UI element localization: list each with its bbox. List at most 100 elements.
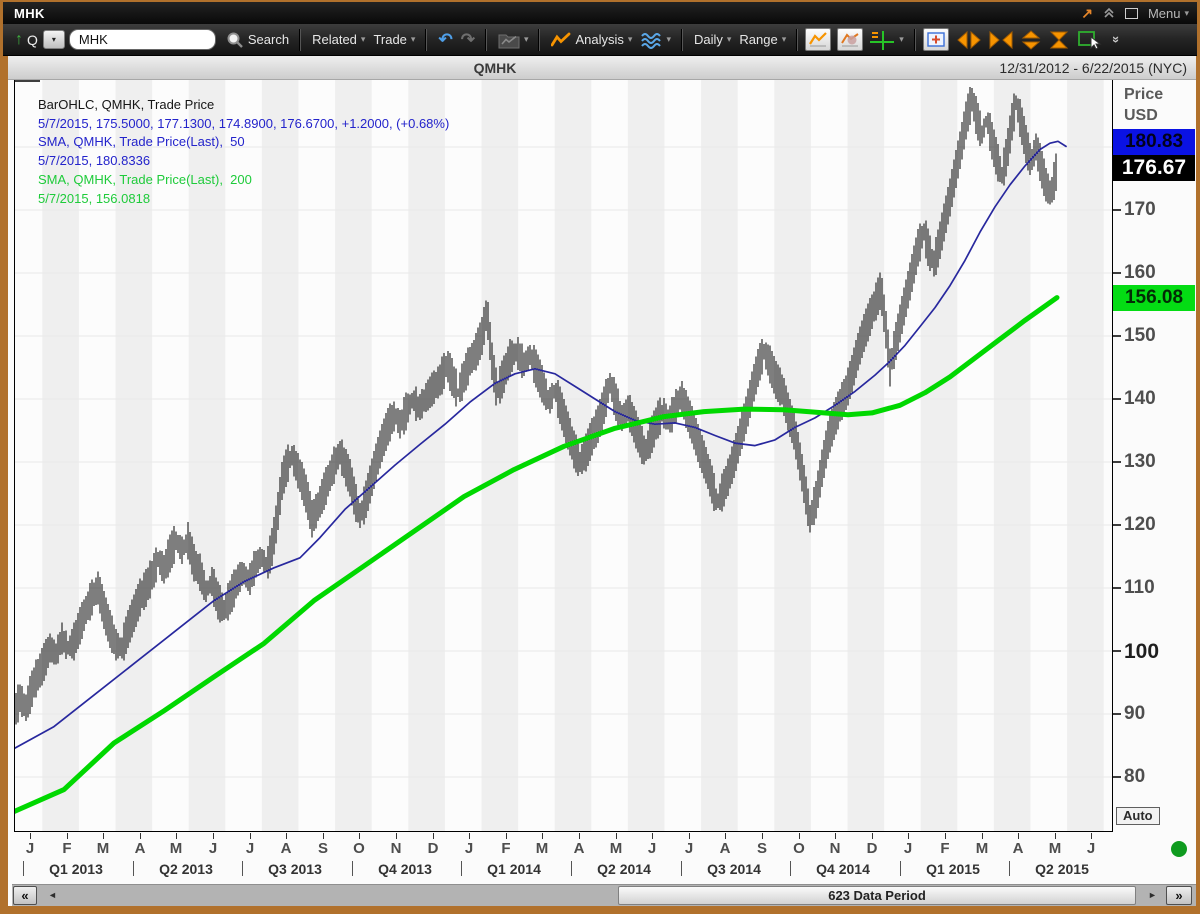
price-tick-label: 100 [1124,640,1160,663]
price-tick-label: 110 [1124,577,1155,598]
price-tick-label: 170 [1124,199,1156,220]
price-badge: 176.67 [1113,155,1195,181]
add-chart-icon [927,32,945,47]
compress-horizontal-button[interactable] [989,30,1013,49]
price-tick-mark [1113,776,1121,778]
scroll-left-arrow[interactable]: ◄ [48,890,57,900]
month-label: M [975,840,989,857]
line-chart-button[interactable] [805,28,832,51]
window-icon[interactable] [1124,7,1138,19]
month-label: F [62,840,72,857]
trade-label: Trade [373,32,407,47]
price-tick-mark [1113,335,1121,337]
month-label: A [573,840,585,857]
divider [797,28,799,51]
price-tick-label: 140 [1124,388,1156,409]
divider [485,28,487,51]
price-tick-mark [1113,272,1121,274]
chevron-down-icon: ▾ [726,34,732,44]
related-menu[interactable]: Related ▾ [312,32,365,47]
month-tick-mark [323,833,324,839]
undo-icon: ↶ [438,29,453,49]
expand-horizontal-icon [957,30,981,49]
month-tick-mark [176,833,177,839]
selection-box-button[interactable] [1077,29,1103,51]
chart-snapshot-button[interactable] [837,28,864,51]
time-scrollbar[interactable]: « ◄ 623 Data Period ► » [12,884,1196,906]
scroll-right-arrow[interactable]: ► [1148,890,1157,900]
month-label: D [866,840,878,857]
analysis-label: Analysis [575,32,624,47]
popout-icon[interactable]: ↗ [1081,6,1093,20]
month-label: M [609,840,623,857]
price-badge: 180.83 [1113,129,1195,155]
window-title: MHK [14,6,45,21]
chevron-down-icon: ▾ [1184,7,1189,18]
month-label: J [903,840,913,857]
scroll-far-right-button[interactable]: » [1166,886,1192,905]
month-label: A [280,840,292,857]
quarter-label: Q2 2014 [597,861,651,877]
line-chart-icon [809,32,828,47]
collapse-up-icon[interactable] [1103,7,1115,19]
month-label: D [427,840,439,857]
chevron-down-icon: ▾ [781,34,787,44]
price-axis-panel[interactable]: Price USD Auto 170 160 150 140 130 120 110 100 9… [1113,80,1196,832]
price-tick-mark [1113,461,1121,463]
chevron-down-icon: ▾ [627,34,633,44]
month-label: M [169,840,183,857]
symbol-input[interactable] [68,29,216,50]
more-tools-chevrons-icon[interactable]: » [1109,36,1124,43]
analysis-menu[interactable]: Analysis ▾ [551,32,632,48]
month-label: J [25,840,35,857]
month-tick-mark [286,833,287,839]
interval-menu[interactable]: Daily ▾ [694,32,731,47]
saved-charts-button[interactable]: ▾ [498,31,529,49]
range-menu[interactable]: Range ▾ [739,32,786,47]
daily-label: Daily [693,32,723,47]
month-tick-mark [872,833,873,839]
scrollbar-thumb[interactable]: 623 Data Period [618,886,1136,905]
trade-menu[interactable]: Trade ▾ [373,32,415,47]
expand-horizontal-button[interactable] [957,30,981,49]
add-chart-button[interactable] [922,28,949,51]
menu-button[interactable]: Menu ▾ [1148,6,1189,21]
scroll-far-left-button[interactable]: « [13,886,37,905]
quarter-label: Q1 2013 [49,861,103,877]
chevron-down-icon: ▾ [523,34,529,44]
undo-button[interactable]: ↶ [438,30,452,50]
toolbar: ↑ Q ▾ Search Related ▾ Trade ▾ ↶ ↷ ▾ Ana… [3,24,1197,56]
month-label: M [96,840,110,857]
chevron-down-icon: ▾ [51,35,56,44]
month-label: M [1048,840,1062,857]
month-tick-mark [359,833,360,839]
price-tick-mark [1113,398,1121,400]
redo-button[interactable]: ↷ [461,30,475,50]
legend-line: SMA, QMHK, Trade Price(Last), 50 [38,134,245,150]
month-tick-mark [982,833,983,839]
price-tick-mark [1113,587,1121,589]
search-button[interactable]: Search [226,31,289,49]
compress-vertical-button[interactable] [1049,30,1069,50]
selection-box-cursor-icon [1077,30,1102,50]
legend-line: 5/7/2015, 180.8336 [38,153,151,169]
chevron-down-icon: ▾ [360,34,366,44]
waves-studies-button[interactable]: ▾ [640,31,671,49]
chart-snapshot-icon [841,33,859,47]
quarter-label: Q2 2015 [1035,861,1089,877]
month-tick-mark [1091,833,1092,839]
month-tick-mark [1018,833,1019,839]
month-tick-mark [140,833,141,839]
month-tick-mark [30,833,31,839]
compress-horizontal-icon [989,30,1013,49]
auto-scale-button[interactable]: Auto [1116,807,1160,825]
price-tick-label: 150 [1124,325,1156,346]
expand-vertical-button[interactable] [1021,29,1041,50]
legend-line: BarOHLC, QMHK, Trade Price [38,97,215,112]
price-levels-button[interactable]: ▾ [869,29,904,51]
month-tick-mark [433,833,434,839]
legend-line: 5/7/2015, 175.5000, 177.1300, 174.8900, … [38,115,450,131]
month-label: J [647,840,657,857]
symbol-dropdown[interactable]: ▾ [42,30,65,49]
month-tick-mark [542,833,543,839]
